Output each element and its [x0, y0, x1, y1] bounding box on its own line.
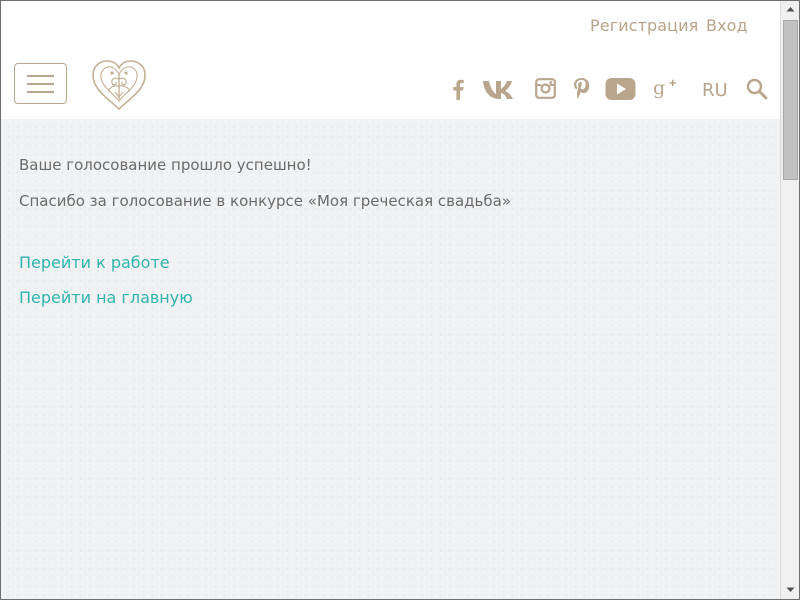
pinterest-icon[interactable]	[573, 77, 590, 109]
register-link[interactable]: Регистрация	[590, 16, 698, 35]
page-viewport: Регистрация Вход g RU Ваше голосование п…	[1, 1, 781, 599]
heart-ornament-logo-icon	[92, 60, 146, 111]
hamburger-bar	[27, 91, 54, 93]
browser-frame: Регистрация Вход g RU Ваше голосование п…	[0, 0, 800, 600]
vote-thanks-message: Спасибо за голосование в конкурсе «Моя г…	[19, 192, 511, 210]
go-to-work-link[interactable]: Перейти к работе	[19, 253, 170, 272]
vertical-scrollbar[interactable]	[780, 1, 799, 599]
arrow-down-icon	[786, 587, 795, 592]
site-logo[interactable]	[90, 59, 148, 111]
scroll-up-button[interactable]	[781, 1, 799, 18]
scroll-thumb[interactable]	[783, 20, 798, 180]
menu-button[interactable]	[14, 63, 67, 104]
youtube-icon[interactable]	[605, 77, 636, 109]
instagram-icon[interactable]	[535, 78, 556, 110]
site-header: Регистрация Вход g RU	[1, 1, 781, 119]
hamburger-icon	[27, 75, 54, 77]
svg-text:g: g	[653, 77, 665, 99]
hamburger-bar	[27, 83, 54, 85]
vote-success-message: Ваше голосование прошло успешно!	[19, 156, 312, 174]
vk-icon[interactable]	[482, 79, 520, 111]
go-to-home-link[interactable]: Перейти на главную	[19, 288, 193, 307]
google-plus-icon[interactable]: g	[653, 76, 677, 108]
arrow-up-icon	[786, 7, 795, 12]
scroll-down-button[interactable]	[781, 582, 799, 599]
login-link[interactable]: Вход	[706, 16, 748, 35]
language-switcher[interactable]: RU	[702, 80, 728, 101]
search-icon[interactable]	[746, 78, 768, 104]
main-content: Ваше голосование прошло успешно! Спасибо…	[1, 119, 781, 599]
facebook-icon[interactable]	[452, 79, 464, 111]
